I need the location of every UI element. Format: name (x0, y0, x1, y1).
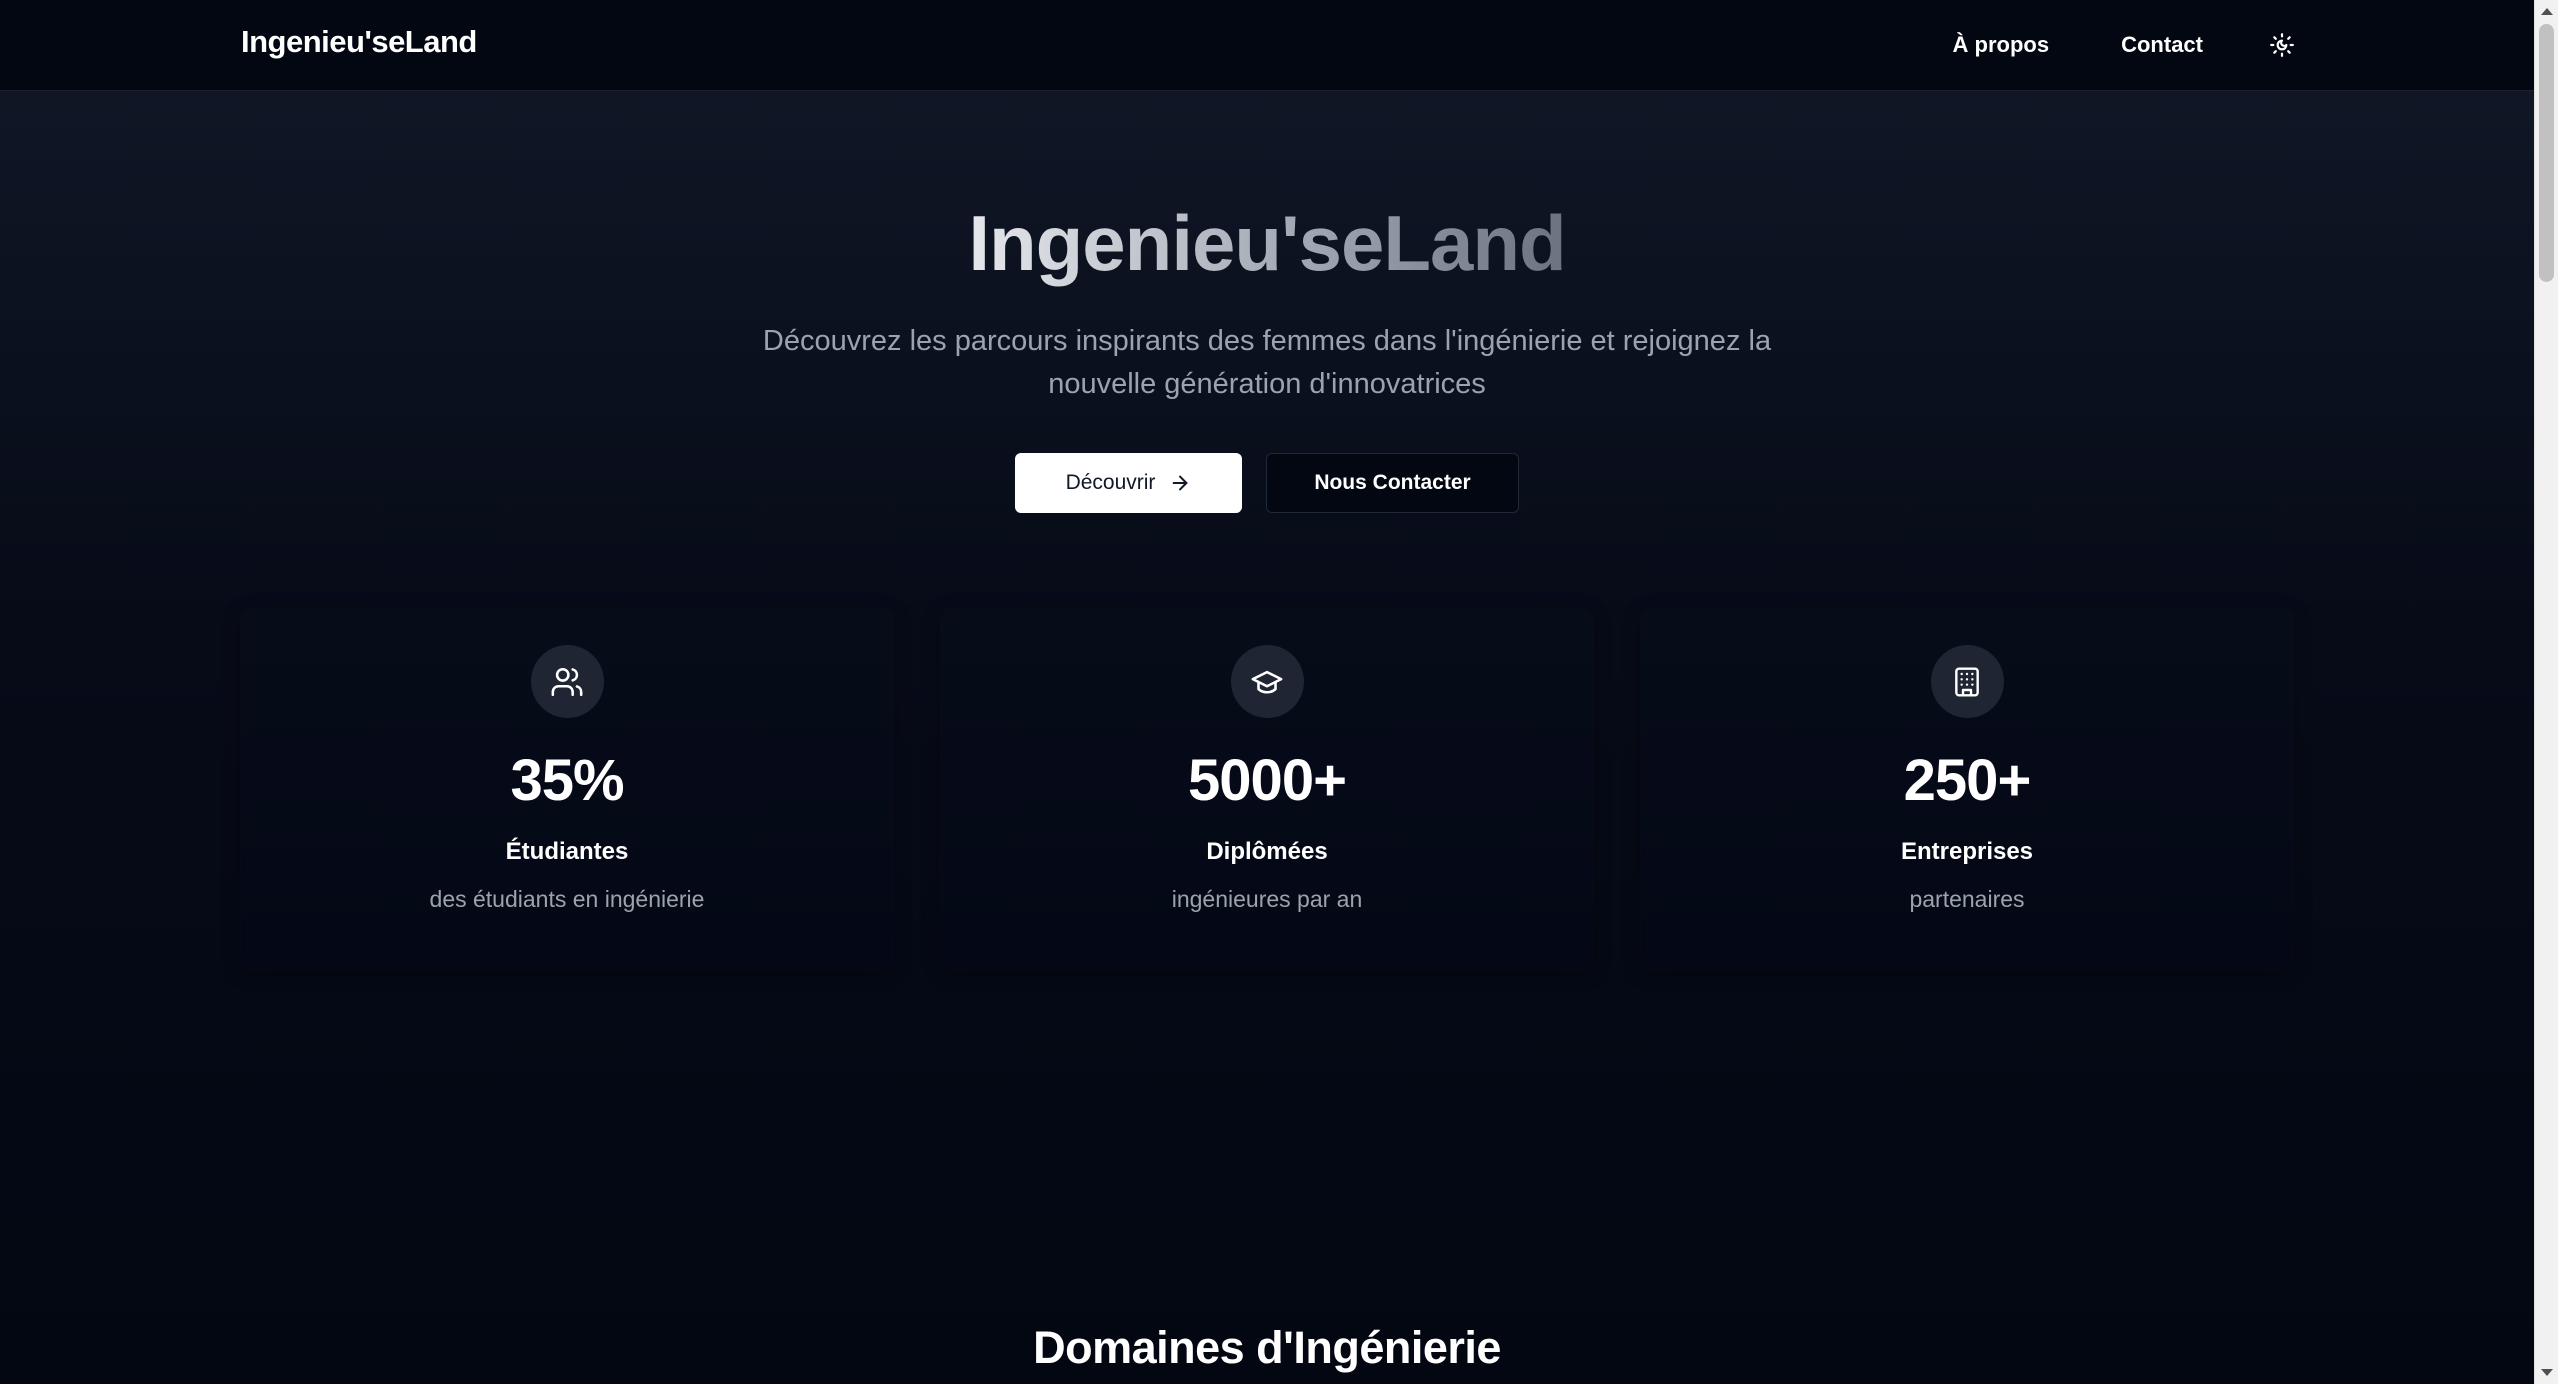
page: Ingenieu'seLand À propos Contact Ingenie… (0, 0, 2558, 1384)
stat-label: Entreprises (1900, 838, 2034, 865)
stat-label: Étudiantes (505, 838, 629, 865)
hero-subtitle: Découvrez les parcours inspirants des fe… (762, 325, 1772, 400)
hero-title: Ingenieu'seLand (968, 199, 1566, 287)
contact-us-button-label: Nous Contacter (1314, 471, 1471, 494)
hero-buttons: Découvrir Nous Contacter (0, 453, 2534, 513)
users-icon (530, 645, 604, 718)
theme-toggle-button[interactable] (2267, 30, 2297, 60)
discover-button[interactable]: Découvrir (1015, 453, 1242, 513)
stat-description: ingénieures par an (1171, 886, 1363, 912)
top-navbar: Ingenieu'seLand À propos Contact (0, 0, 2534, 91)
nav-link-about[interactable]: À propos (1953, 32, 2050, 58)
brand-logo[interactable]: Ingenieu'seLand (241, 24, 477, 60)
scroll-down-arrow-icon[interactable] (2541, 1369, 2553, 1376)
arrow-right-icon (1169, 472, 1191, 494)
discover-button-label: Découvrir (1065, 471, 1156, 494)
domains-section-title: Domaines d'Ingénierie (1033, 1322, 1501, 1373)
stat-label: Diplômées (1206, 838, 1328, 865)
stat-description: partenaires (1909, 886, 2025, 912)
contact-us-button[interactable]: Nous Contacter (1266, 453, 1519, 513)
stat-value: 35% (510, 748, 624, 813)
nav-link-contact[interactable]: Contact (2121, 32, 2203, 58)
nav-links: À propos Contact (1881, 0, 2297, 90)
stat-card-companies: 250+ Entreprises partenaires (1641, 608, 2293, 970)
stat-value: 250+ (1903, 748, 2032, 813)
stat-value: 5000+ (1188, 748, 1347, 813)
sun-moon-icon (2270, 33, 2294, 57)
stats-section: 35% Étudiantes des étudiants en ingénier… (241, 608, 2293, 970)
stat-card-students: 35% Étudiantes des étudiants en ingénier… (241, 608, 893, 970)
scroll-up-arrow-icon[interactable] (2541, 8, 2553, 15)
scrollbar-thumb[interactable] (2539, 24, 2554, 282)
stat-description: des étudiants en ingénierie (429, 886, 705, 912)
stat-card-graduates: 5000+ Diplômées ingénieures par an (941, 608, 1593, 970)
building-icon (1930, 645, 2004, 718)
graduation-cap-icon (1230, 645, 1304, 718)
vertical-scrollbar[interactable] (2534, 0, 2558, 1384)
hero-title-wrapper: Ingenieu'seLand (0, 198, 2534, 289)
